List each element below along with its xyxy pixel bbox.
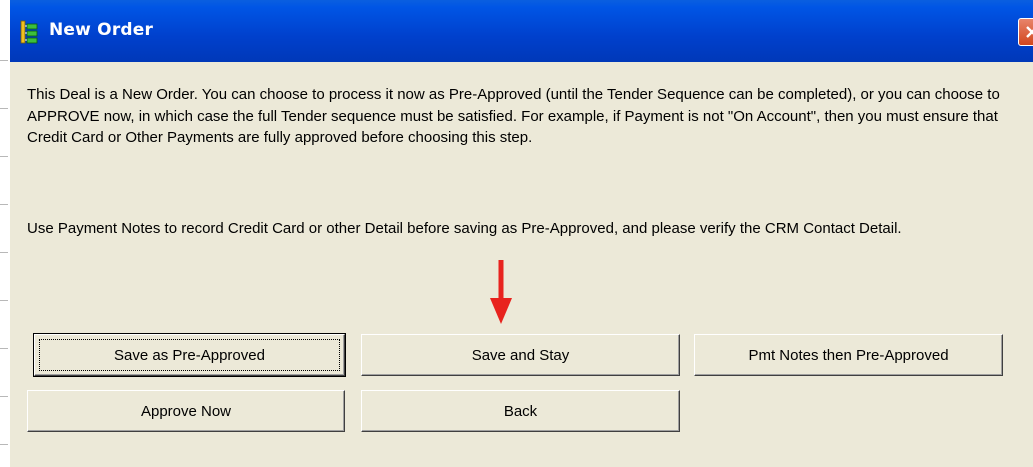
back-button[interactable]: Back [361,390,680,432]
dialog-body: This Deal is a New Order. You can choose… [10,62,1033,467]
save-and-stay-label: Save and Stay [471,346,570,364]
approve-now-button[interactable]: Approve Now [27,390,345,432]
app-tree-icon [18,20,40,44]
save-and-stay-button[interactable]: Save and Stay [361,334,680,376]
red-arrow-annotation [490,260,512,329]
close-icon [1026,26,1033,38]
message-paragraph-1: This Deal is a New Order. You can choose… [27,86,1000,146]
window-title: New Order [49,20,154,40]
pmt-notes-pre-approved-label: Pmt Notes then Pre-Approved [748,346,949,364]
save-as-pre-approved-label: Save as Pre-Approved [114,346,265,364]
save-as-pre-approved-button[interactable]: Save as Pre-Approved [33,333,346,377]
title-bar[interactable]: New Order [10,0,1033,62]
pmt-notes-pre-approved-button[interactable]: Pmt Notes then Pre-Approved [694,334,1003,376]
new-order-dialog: New Order This Deal is a New Order. You … [0,0,1033,467]
close-button[interactable] [1018,18,1033,46]
back-label: Back [503,402,538,420]
message-paragraph-2: Use Payment Notes to record Credit Card … [27,220,902,237]
approve-now-label: Approve Now [140,402,232,420]
